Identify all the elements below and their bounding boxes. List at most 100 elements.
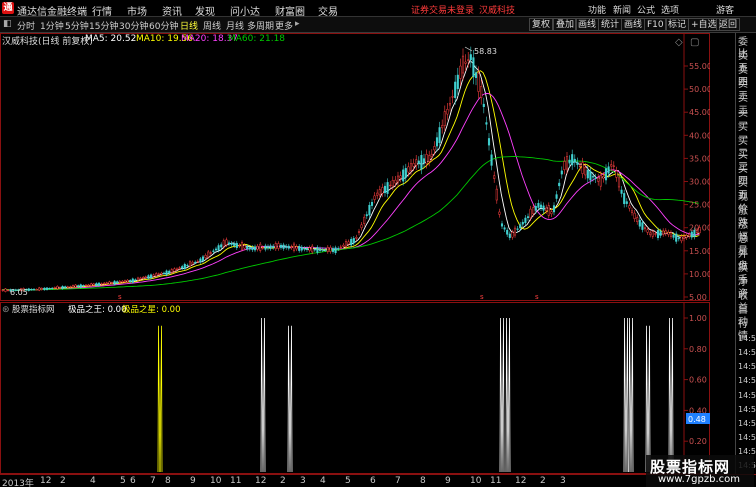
indicator-settings-icon[interactable]: ⊛ <box>2 305 10 315</box>
timeline-label: 4 <box>90 476 96 486</box>
candle <box>113 280 116 285</box>
candle <box>186 264 189 267</box>
candle <box>116 281 119 284</box>
menu-discover[interactable]: 发现 <box>195 3 215 18</box>
button-adjust[interactable]: 复权 <box>529 18 554 31</box>
candle <box>646 229 649 233</box>
side-panel-label: 14:50 <box>738 348 756 358</box>
candle <box>563 161 566 170</box>
period-daily[interactable]: 日线 <box>180 19 198 32</box>
menu-trade[interactable]: 交易 <box>318 3 338 18</box>
candle <box>196 260 199 263</box>
candle <box>607 166 610 174</box>
period-15min[interactable]: 15分钟 <box>89 19 118 32</box>
candle <box>662 230 665 235</box>
toolbar-toggle-icon[interactable]: ◧ <box>3 19 12 29</box>
guest-user[interactable]: 游客 <box>716 3 734 16</box>
timeline-label: 12 <box>40 476 52 486</box>
timeline-label: 11 <box>490 476 502 486</box>
candle <box>269 245 272 249</box>
candle <box>152 274 155 277</box>
button-draw[interactable]: 画线 <box>575 18 600 31</box>
button-stats[interactable]: 统计 <box>598 18 623 31</box>
candle <box>342 244 345 247</box>
event-marker[interactable]: s <box>118 293 122 301</box>
indicator-line1: 极品之王: 0.00 <box>68 304 127 315</box>
candle <box>591 176 595 178</box>
candle <box>1 289 4 292</box>
candle <box>441 125 444 129</box>
candle <box>519 224 522 229</box>
button-back[interactable]: 返回 <box>716 18 741 31</box>
price-tick-label: 10.00 <box>689 270 710 279</box>
period-1min[interactable]: 1分钟 <box>40 19 64 32</box>
ma60-value: MA60: 21.18 <box>228 34 286 44</box>
candle <box>43 287 46 291</box>
period-5min[interactable]: 5分钟 <box>65 19 89 32</box>
candle <box>136 277 140 281</box>
menu-formula[interactable]: 公式 <box>637 3 655 16</box>
candle <box>641 222 644 230</box>
button-f10[interactable]: F10 <box>644 18 667 31</box>
menu-news[interactable]: 资讯 <box>162 3 182 18</box>
ma5-value: MA5: 20.52 <box>85 34 137 44</box>
event-marker[interactable]: s <box>480 293 484 301</box>
button-drawline[interactable]: 画线 <box>621 18 646 31</box>
candle <box>459 65 462 79</box>
period-60min[interactable]: 60分钟 <box>149 19 178 32</box>
indicator-tick-label: 0.20 <box>689 437 707 446</box>
candle <box>399 175 402 179</box>
price-tick-label: 55.00 <box>689 62 710 71</box>
button-add-watchlist[interactable]: +自选 <box>688 18 720 31</box>
indicator-chart[interactable]: 1.000.800.600.400.20 0.48 ⊛ 股票指标网 极品之王: … <box>0 302 710 474</box>
candle <box>318 248 322 251</box>
menu-headlines[interactable]: 新闻 <box>613 3 631 16</box>
candle <box>472 57 475 77</box>
candle <box>51 287 54 290</box>
period-weekly[interactable]: 周线 <box>203 19 221 32</box>
candle <box>222 240 225 247</box>
candle <box>664 230 667 234</box>
period-tick[interactable]: 分时 <box>17 19 35 32</box>
indicator-name[interactable]: 股票指标网 <box>12 304 55 315</box>
candle <box>448 102 452 106</box>
period-monthly[interactable]: 月线 <box>226 19 244 32</box>
candle <box>238 245 241 247</box>
more-arrow-icon[interactable]: ▸ <box>295 19 300 29</box>
candle <box>404 168 407 178</box>
period-30min[interactable]: 30分钟 <box>119 19 148 32</box>
ma60-line <box>1 156 699 291</box>
event-marker[interactable]: s <box>535 293 539 301</box>
candle <box>274 243 277 250</box>
candle <box>370 201 374 206</box>
candle <box>344 241 348 247</box>
candle <box>277 243 280 249</box>
candle <box>103 282 106 285</box>
candle <box>682 236 686 239</box>
menu-wealth[interactable]: 财富圈 <box>275 3 305 18</box>
menu-market[interactable]: 市场 <box>127 3 147 18</box>
button-mark[interactable]: 标记 <box>665 18 690 31</box>
button-overlay[interactable]: 叠加 <box>553 18 578 31</box>
period-multi[interactable]: 多周期 <box>247 19 274 32</box>
candle <box>508 233 511 238</box>
candle <box>82 285 85 287</box>
candle <box>339 246 342 249</box>
indicator-tick-label: 0.60 <box>689 376 707 385</box>
kline-chart[interactable]: 55.00 50.00 45.00 40.00 35.00 30.00 25.00 20.00… <box>0 33 710 301</box>
trade-login-alert[interactable]: 证券交易未登录 <box>411 3 474 16</box>
menu-options[interactable]: 选项 <box>661 3 679 16</box>
candle <box>656 230 660 239</box>
candle <box>412 163 415 167</box>
menu-function[interactable]: 功能 <box>588 3 606 16</box>
menu-ask[interactable]: 问小达 <box>230 3 260 18</box>
candle <box>511 232 514 238</box>
candle <box>490 154 493 166</box>
candle <box>287 245 290 249</box>
menu-quotes[interactable]: 行情 <box>92 3 112 18</box>
candle <box>121 280 124 283</box>
period-more[interactable]: 更多 <box>275 19 293 32</box>
candle <box>433 146 436 151</box>
candle <box>162 272 166 275</box>
candle <box>612 165 615 167</box>
